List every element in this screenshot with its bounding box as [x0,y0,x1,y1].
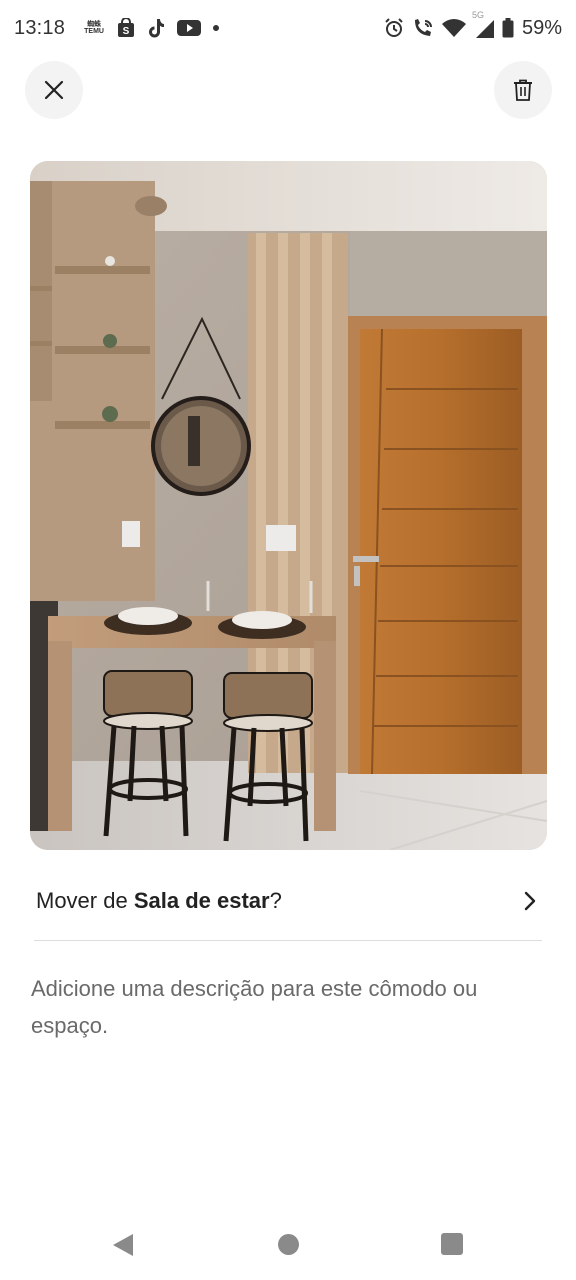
move-room-suffix: ? [269,888,282,913]
status-bar: 13:18 蜘蛛 TEMU S 5G 59% [0,0,576,56]
room-name: Sala de estar [133,888,270,913]
temu-icon: 蜘蛛 TEMU [83,21,105,35]
delete-photo-button[interactable] [494,61,552,119]
recents-icon[interactable] [441,1233,463,1255]
notification-icons: 蜘蛛 TEMU S [83,18,220,38]
close-button[interactable] [25,61,83,119]
room-photo-illustration [30,161,547,850]
temu-icon-top: 蜘蛛 [87,21,102,28]
tiktok-icon [147,18,165,38]
home-icon[interactable] [278,1234,299,1255]
trash-icon [514,79,532,101]
dot-icon [213,25,220,31]
shopping-bag-icon: S [117,18,135,38]
system-icons: 5G 59% [384,10,562,40]
battery-percentage: 59% [521,16,562,39]
divider [34,940,542,941]
status-time: 13:18 [14,16,66,39]
svg-text:S: S [123,26,130,37]
description-input[interactable]: Adicione uma descrição para este cômodo … [31,970,546,1044]
navigation-bar [0,1215,576,1275]
move-room-prefix: Mover de [36,888,134,913]
youtube-icon [177,19,202,37]
temu-icon-label: TEMU [84,28,104,35]
wifi-call-icon [412,18,434,38]
wifi-icon [441,19,466,37]
alarm-icon [384,18,404,38]
back-icon[interactable] [112,1233,134,1262]
network-label: 5G [471,10,484,20]
close-icon [44,80,64,100]
signal-icon: 5G [472,10,494,38]
move-room-label: Mover de Sala de estar? [36,888,282,914]
room-photo[interactable] [30,161,547,850]
move-room-row[interactable]: Mover de Sala de estar? [36,870,542,932]
chevron-right-icon [518,889,542,913]
battery-icon [502,18,514,38]
